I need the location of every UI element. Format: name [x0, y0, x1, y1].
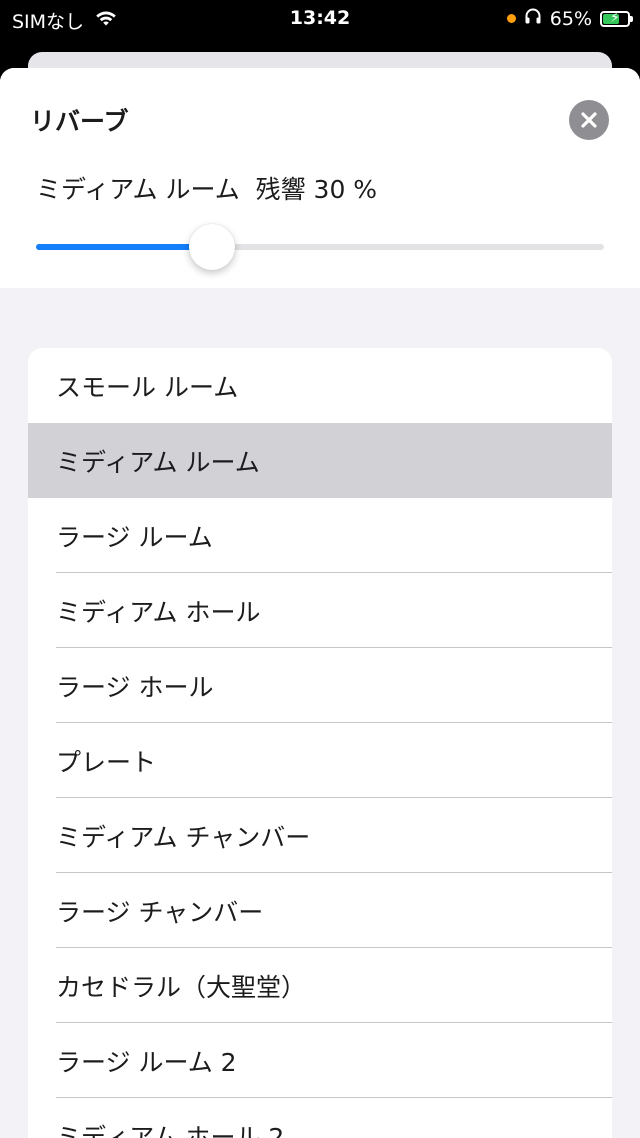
reverb-preset-item[interactable]: プレート — [28, 723, 612, 798]
reverb-preset-label: ミディアム ホール — [56, 597, 261, 627]
reverb-preset-label: プレート — [56, 747, 157, 777]
reverb-slider[interactable] — [36, 224, 604, 270]
reverb-preset-item[interactable]: ラージ チャンバー — [28, 873, 612, 948]
reverb-sheet: リバーブ ミディアム ルーム 残響 30 % スモール ルーム ミディアム ルーム… — [0, 68, 640, 1138]
reverb-preset-label: ラージ ルーム — [56, 522, 213, 552]
reverb-preset-label: スモール ルーム — [56, 372, 239, 402]
reverb-preset-item[interactable]: ミディアム チャンバー — [28, 798, 612, 873]
reverb-preset-label: ラージ チャンバー — [56, 897, 264, 927]
reverb-preset-item[interactable]: カセドラル（大聖堂） — [28, 948, 612, 1023]
reverb-preset-list: スモール ルーム ミディアム ルーム ラージ ルームミディアム ホール ラージ ホール… — [28, 348, 612, 1138]
reverb-preset-label: ミディアム ホール 2 — [56, 1122, 285, 1138]
reverb-preset-item[interactable]: ミディアム ホール — [28, 573, 612, 648]
slider-thumb[interactable] — [189, 224, 236, 270]
reverb-value-label: ミディアム ルーム 残響 30 % — [36, 175, 378, 204]
sheet-header: リバーブ ミディアム ルーム 残響 30 % — [0, 68, 640, 288]
headphones-icon — [524, 7, 542, 30]
reverb-preset-item[interactable]: ミディアム ホール 2 — [28, 1098, 612, 1138]
reverb-preset-item[interactable]: ラージ ルーム — [28, 498, 612, 573]
sheet-title: リバーブ — [30, 107, 129, 136]
reverb-preset-label: ミディアム ルーム — [56, 447, 260, 477]
reverb-preset-label: カセドラル（大聖堂） — [56, 972, 307, 1002]
reverb-preset-item[interactable]: スモール ルーム — [28, 348, 612, 423]
status-bar: SIMなし 13:42 65% ⚡ — [0, 0, 640, 40]
battery-percent: 65% — [549, 7, 592, 30]
reverb-preset-label: ミディアム チャンバー — [56, 822, 311, 852]
close-button[interactable] — [569, 100, 609, 140]
reverb-preset-item[interactable]: ミディアム ルーム — [28, 423, 612, 498]
recording-indicator-dot — [506, 14, 516, 23]
reverb-preset-label: ラージ ホール — [56, 672, 214, 702]
reverb-preset-item[interactable]: ラージ ルーム 2 — [28, 1023, 612, 1098]
battery-charging-icon: ⚡ — [600, 10, 633, 27]
reverb-preset-label: ラージ ルーム 2 — [56, 1047, 237, 1077]
close-icon — [581, 112, 597, 128]
slider-fill — [36, 244, 213, 250]
reverb-preset-item[interactable]: ラージ ホール — [28, 648, 612, 723]
